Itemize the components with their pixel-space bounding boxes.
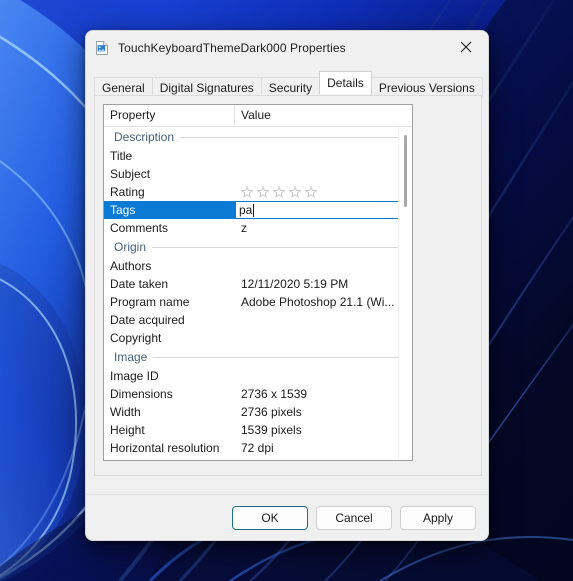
cancel-button[interactable]: Cancel: [316, 505, 392, 530]
tab-label: Security: [268, 80, 313, 95]
column-header-property: Property: [104, 105, 235, 126]
property-value[interactable]: Adobe Photoshop 21.1 (Wi...: [235, 295, 412, 309]
property-value[interactable]: z: [235, 221, 412, 235]
property-value[interactable]: 2736 pixels: [235, 405, 412, 419]
tab-label: Details: [327, 76, 364, 90]
property-name: Copyright: [110, 331, 162, 345]
tab-label: Digital Signatures: [159, 80, 254, 95]
column-header-value: Value: [241, 108, 271, 122]
table-row[interactable]: Subject: [104, 165, 412, 183]
property-value[interactable]: 2736 x 1539: [235, 387, 412, 401]
window-title: TouchKeyboardThemeDark000 Properties: [118, 41, 346, 55]
property-name: Height: [110, 423, 145, 437]
property-name: Title: [110, 149, 133, 163]
property-name: Subject: [110, 167, 151, 181]
property-name: Horizontal resolution: [110, 441, 220, 455]
details-tab-panel: Property Value Description Title Subject: [94, 95, 482, 476]
text-caret: [253, 203, 255, 217]
property-name: Comments: [110, 221, 169, 235]
ok-button[interactable]: OK: [232, 505, 308, 530]
scrollbar-thumb[interactable]: [404, 135, 407, 207]
section-rule: [153, 356, 402, 358]
list-scrollbar[interactable]: [398, 127, 412, 460]
star-icon[interactable]: [257, 186, 269, 198]
table-row[interactable]: Comments z: [104, 219, 412, 237]
property-name: Date acquired: [110, 313, 185, 327]
table-row[interactable]: Date acquired: [104, 311, 412, 329]
table-row[interactable]: Title: [104, 147, 412, 165]
property-name: Authors: [110, 259, 152, 273]
tags-input[interactable]: pa: [235, 201, 412, 219]
star-icon[interactable]: [289, 186, 301, 198]
property-name: Width: [110, 405, 141, 419]
section-header-origin: Origin: [104, 237, 412, 257]
properties-dialog: TouchKeyboardThemeDark000 Properties Gen…: [85, 30, 489, 541]
section-header-image: Image: [104, 347, 412, 367]
table-row[interactable]: Date taken 12/11/2020 5:19 PM: [104, 275, 412, 293]
image-file-icon: [94, 40, 110, 56]
property-name: Dimensions: [110, 387, 173, 401]
property-name: Program name: [110, 295, 190, 309]
tab-label: General: [102, 80, 145, 95]
property-name: Tags: [104, 201, 235, 219]
property-name: Image ID: [110, 369, 159, 383]
table-row[interactable]: Image ID: [104, 367, 412, 385]
property-value[interactable]: 72 dpi: [235, 441, 412, 455]
table-row[interactable]: Width 2736 pixels: [104, 403, 412, 421]
cancel-button-label: Cancel: [335, 510, 373, 525]
close-button[interactable]: [443, 31, 488, 63]
tab-previous-versions[interactable]: Previous Versions: [370, 77, 483, 97]
table-row[interactable]: Rating: [104, 183, 412, 201]
section-header-description: Description: [104, 127, 412, 147]
star-icon[interactable]: [241, 186, 253, 198]
section-label: Image: [114, 350, 148, 364]
rating-stars[interactable]: [241, 186, 412, 198]
tab-general[interactable]: General: [94, 77, 153, 97]
title-bar: TouchKeyboardThemeDark000 Properties: [86, 31, 488, 65]
property-name: Rating: [110, 185, 145, 199]
table-row[interactable]: Program name Adobe Photoshop 21.1 (Wi...: [104, 293, 412, 311]
property-value[interactable]: 12/11/2020 5:19 PM: [235, 277, 412, 291]
property-rows: Description Title Subject Rating Tags pa…: [104, 127, 412, 457]
star-icon[interactable]: [305, 186, 317, 198]
table-row-tags-selected[interactable]: Tags pa: [104, 201, 412, 219]
property-value-rating[interactable]: [235, 186, 412, 198]
ok-button-label: OK: [261, 510, 279, 525]
tab-label: Previous Versions: [378, 80, 475, 95]
tab-security[interactable]: Security: [260, 77, 321, 97]
close-icon: [460, 41, 472, 53]
section-label: Origin: [114, 240, 147, 254]
apply-button-label: Apply: [422, 510, 454, 525]
section-rule: [180, 136, 402, 138]
table-row[interactable]: Horizontal resolution 72 dpi: [104, 439, 412, 457]
tags-input-value: pa: [239, 203, 253, 217]
table-row[interactable]: Authors: [104, 257, 412, 275]
table-row[interactable]: Height 1539 pixels: [104, 421, 412, 439]
table-row[interactable]: Dimensions 2736 x 1539: [104, 385, 412, 403]
property-list-header: Property Value: [104, 105, 412, 127]
section-rule: [152, 246, 402, 248]
section-label: Description: [114, 130, 175, 144]
tab-digital-signatures[interactable]: Digital Signatures: [151, 77, 262, 97]
tab-strip: General Digital Signatures Security Deta…: [94, 71, 488, 97]
property-name: Date taken: [110, 277, 169, 291]
star-icon[interactable]: [273, 186, 285, 198]
property-value[interactable]: 1539 pixels: [235, 423, 412, 437]
tab-details[interactable]: Details: [319, 71, 372, 94]
property-list[interactable]: Property Value Description Title Subject: [103, 104, 413, 461]
dialog-button-bar: OK Cancel Apply: [86, 494, 488, 540]
apply-button[interactable]: Apply: [400, 505, 476, 530]
table-row[interactable]: Copyright: [104, 329, 412, 347]
